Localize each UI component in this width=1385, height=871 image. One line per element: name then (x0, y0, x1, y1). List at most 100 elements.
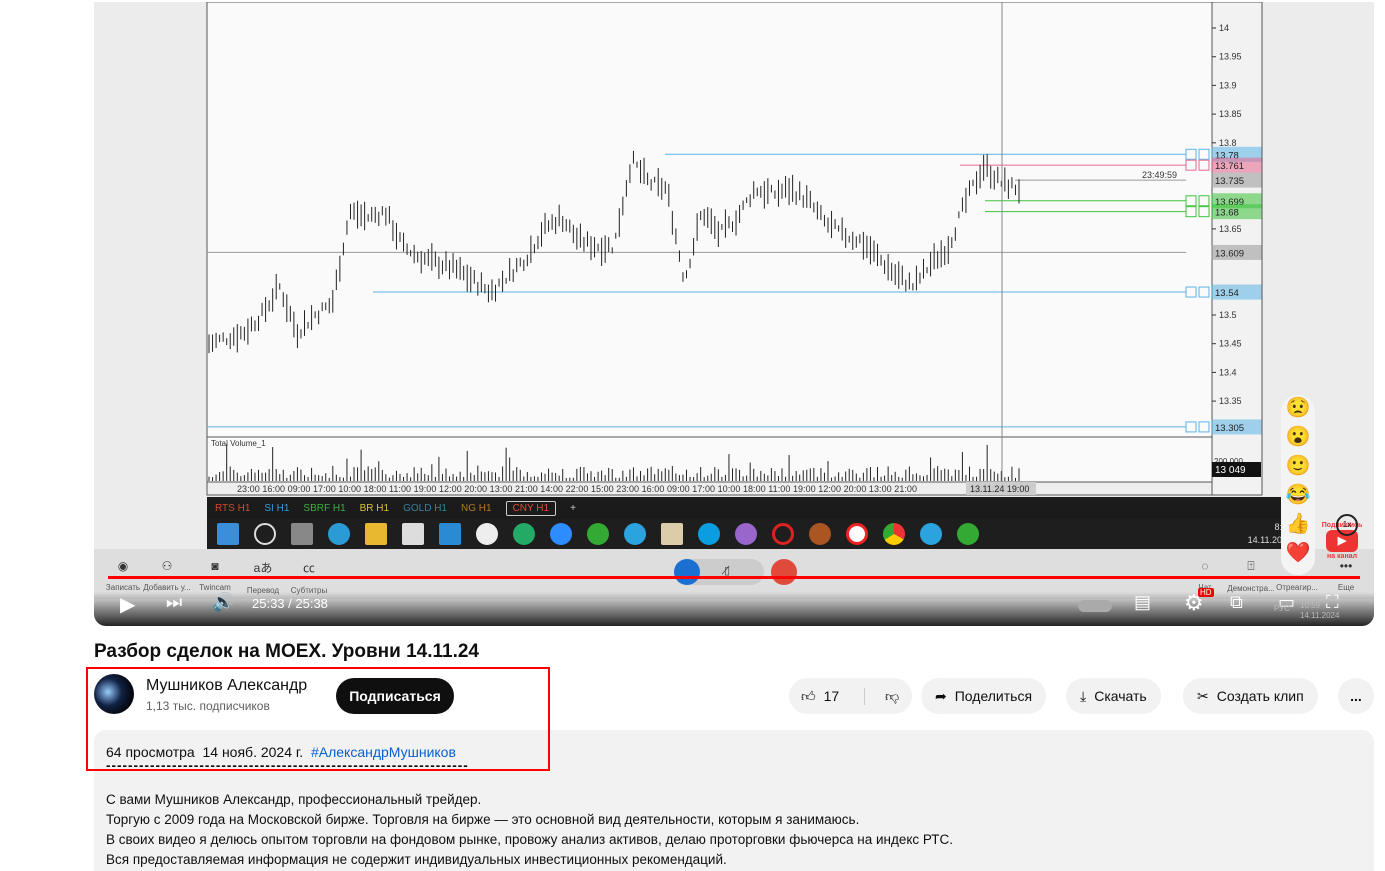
smile-emoji-icon: 🙂 (1285, 455, 1311, 477)
description-line: Торгую с 2009 года на Московской бирже. … (106, 812, 860, 827)
crosshair-time: 23:49:59 (1142, 170, 1177, 180)
price-tick-label: 14 (1219, 23, 1229, 33)
autoplay-toggle[interactable] (1078, 600, 1112, 612)
mic-icon (674, 559, 700, 585)
add-user-icon: ⚇ (161, 559, 173, 573)
mic-camera-group: ▯̸ (674, 559, 764, 585)
reactions-panel: 😟 😮 🙂 😂 👍 ❤️ (1281, 395, 1315, 575)
os-time: 10:59 (1300, 601, 1321, 610)
like-dislike-group: 👍︎ 17 👎︎ (789, 678, 912, 714)
price-tick-label: 13.85 (1219, 109, 1242, 119)
instrument-tab[interactable]: NG H1 (461, 503, 492, 514)
surprised-emoji-icon: 😮 (1285, 426, 1311, 448)
camera-icon: ◙ (211, 559, 219, 573)
instrument-tab[interactable]: + (570, 503, 576, 514)
folder-icon (365, 523, 387, 545)
speed-badge: 1x (1336, 514, 1358, 536)
miniplayer-button[interactable]: ⧉ (1230, 592, 1243, 613)
store-icon (402, 523, 424, 545)
price-tick-label: 13.35 (1219, 396, 1242, 406)
share-screen-icon: ⍐ (1247, 559, 1255, 573)
price-tick-label: 13.4 (1219, 367, 1237, 377)
price-tick-label: 13.45 (1219, 339, 1242, 349)
mail-icon (439, 523, 461, 545)
os-date: 14.11.2024 (1300, 611, 1340, 620)
time-cursor: 13.11.24 19:00 (970, 484, 1029, 494)
instrument-tab[interactable]: CNY H1 (505, 500, 557, 516)
price-tick-label: 13.9 (1219, 80, 1237, 90)
telegram-icon (920, 523, 942, 545)
download-button[interactable]: ⤓ Скачать (1066, 678, 1161, 714)
instrument-tabs: RTS H1 SI H1 SBRF H1 BR H1 GOLD H1 NG H1 CNY H… (207, 497, 1306, 519)
hd-badge: HD (1198, 588, 1214, 597)
subtitles-button[interactable]: ▤ (1134, 592, 1151, 613)
price-tick-label: 13.65 (1219, 224, 1242, 234)
player-controls: ▶ ⏭ 🔊 25:33 / 25:38 ▤ ⚙ HD ⧉ ▭ ⛶ 10:59 14… (94, 588, 1374, 626)
react-label: Отреагир... (1276, 583, 1318, 592)
video-title: Разбор сделок на MOEX. Уровни 14.11.24 (94, 641, 479, 662)
download-icon: ⤓ (1080, 687, 1087, 704)
like-count: 17 (823, 687, 840, 704)
sad-emoji-icon: 😟 (1285, 397, 1311, 419)
highlight-box (86, 667, 550, 771)
skype-icon (698, 523, 720, 545)
edge-icon (328, 523, 350, 545)
windows-icon (217, 523, 239, 545)
instrument-tab[interactable]: BR H1 (360, 503, 389, 514)
clip-button[interactable]: ✂ Создать клип (1183, 678, 1318, 714)
gear-app-icon (957, 523, 979, 545)
time-display: 25:33 / 25:38 (252, 596, 328, 611)
volume-value: 13 049 (1215, 465, 1246, 476)
thumbs-up-icon: 👍︎ (801, 687, 816, 704)
zoom-icon (550, 523, 572, 545)
description-line: С вами Мушников Александр, профессиональ… (106, 792, 482, 807)
yandex-icon (846, 523, 868, 545)
level-price-label: 13.54 (1215, 288, 1239, 299)
level-price-label: 13.609 (1215, 248, 1244, 259)
translate-icon: aあ (253, 561, 273, 575)
price-tick-label: 13.95 (1219, 52, 1242, 62)
promo-text-2: на канал (1326, 553, 1358, 560)
next-button[interactable]: ⏭ (166, 592, 182, 613)
app-icon (476, 523, 498, 545)
scissors-icon: ✂ (1197, 687, 1209, 704)
level-price-label: 13.305 (1215, 423, 1244, 434)
volume-label: Total Volume_1 (211, 439, 266, 448)
instrument-tab[interactable]: RTS H1 (215, 503, 250, 514)
volume-button[interactable]: 🔊 (212, 592, 234, 613)
thumbs-down-icon: 👎︎ (885, 687, 900, 704)
play-button[interactable]: ▶ (120, 592, 135, 617)
hangup-icon (771, 559, 797, 585)
laugh-emoji-icon: 😂 (1285, 484, 1311, 506)
level-price-label: 13.735 (1215, 176, 1244, 187)
time-axis-labels: 23:00 16:00 09:00 17:00 10:00 18:00 11:0… (237, 484, 917, 494)
price-tick-label: 13.8 (1219, 138, 1237, 148)
gear-app-icon (587, 523, 609, 545)
dislike-button[interactable]: 👎︎ (873, 688, 899, 705)
description-line: В своих видео я делюсь опытом торговли н… (106, 832, 954, 847)
share-icon: ➦ (935, 687, 947, 704)
notes-icon (661, 523, 683, 545)
share-button[interactable]: ➦ Поделиться (921, 678, 1047, 714)
instrument-tab[interactable]: SBRF H1 (303, 503, 345, 514)
price-tick-label: 13.5 (1219, 310, 1237, 320)
share-label: Поделиться (954, 688, 1033, 704)
progress-bar[interactable] (108, 576, 1360, 579)
shield-icon (513, 523, 535, 545)
thumbs-up-icon: 👍 (1285, 513, 1311, 535)
video-player[interactable]: Total Volume_1 14 13.95 13.9 13.85 13.8 13.65 1… (94, 2, 1374, 626)
record-label: Записать (105, 583, 141, 592)
instrument-tab[interactable]: GOLD H1 (403, 503, 447, 514)
level-price-label: 13.68 (1215, 208, 1239, 219)
description-text: С вами Мушников Александр, профессиональ… (106, 790, 1362, 870)
os-lang: РУС (1274, 604, 1291, 613)
feather-icon (735, 523, 757, 545)
more-actions-button[interactable]: ... (1338, 678, 1374, 714)
windows-taskbar: 8:5714.11.2024 (207, 519, 1306, 549)
instrument-tab[interactable]: SI H1 (264, 503, 289, 514)
record-icon: ◉ (117, 559, 129, 573)
os-clock: 10:59 14.11.2024 (1300, 601, 1339, 621)
heart-icon: ❤️ (1285, 542, 1311, 564)
opera-icon (772, 523, 794, 545)
like-button[interactable]: 👍︎ 17 (789, 687, 865, 705)
